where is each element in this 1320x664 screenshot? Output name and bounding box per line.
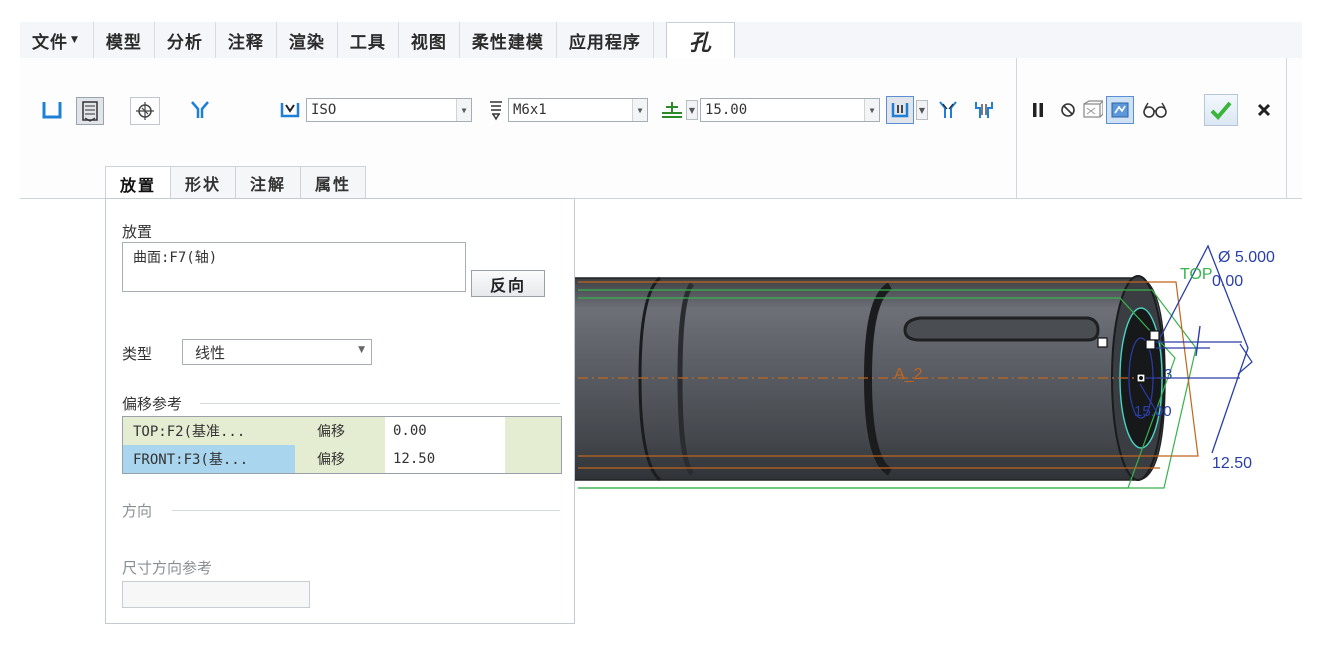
tab-annotate[interactable]: 注释 xyxy=(216,22,277,58)
menu-file-label: 文件 xyxy=(32,32,68,53)
verify-mode-icon[interactable] xyxy=(1106,96,1134,124)
simple-hole-icon[interactable] xyxy=(40,98,64,122)
thread-standard-value: ISO xyxy=(311,102,337,118)
dimension-direction-collector xyxy=(122,581,310,608)
placement-type-value: 线性 xyxy=(195,344,226,362)
placement-panel: 放置 曲面:F7(轴) 反向 类型 线性 ▼ 偏移参考 TOP:F2(基准...… xyxy=(105,198,575,624)
geometry-preview-icon[interactable] xyxy=(1080,98,1104,122)
divider xyxy=(1286,58,1287,198)
tapered-hole-icon[interactable] xyxy=(188,98,212,122)
direction-label: 方向 xyxy=(122,502,153,520)
diameter-dim[interactable]: Ø 5.000 xyxy=(1218,249,1275,266)
tab-view[interactable]: 视图 xyxy=(399,22,460,58)
thread-standard-icon xyxy=(278,98,302,122)
dimension-direction-label: 尺寸方向参考 xyxy=(122,559,213,577)
depth-option-icon[interactable] xyxy=(660,98,684,122)
counterbore-icon[interactable] xyxy=(972,98,996,122)
tab-analysis[interactable]: 分析 xyxy=(155,22,216,58)
depth-value: 15.00 xyxy=(705,102,748,118)
tab-applications[interactable]: 应用程序 xyxy=(557,22,654,58)
add-thread-icon[interactable] xyxy=(130,97,160,125)
screw-size-icon xyxy=(484,98,508,122)
depth-dim[interactable]: 15.00 xyxy=(1134,403,1172,420)
confirm-checkmark-icon[interactable] xyxy=(1204,94,1238,126)
thread-standard-select[interactable]: ISO ▼ xyxy=(306,98,472,122)
divider xyxy=(172,510,560,511)
front-offset-dim[interactable]: 12.50 xyxy=(1212,455,1252,472)
top-offset-dim[interactable]: 0.00 xyxy=(1212,273,1243,290)
small-dim[interactable]: 3 xyxy=(1164,366,1172,383)
menu-file[interactable]: 文件 ▼ xyxy=(20,22,94,58)
tab-render[interactable]: 渲染 xyxy=(277,22,338,58)
subtab-placement[interactable]: 放置 xyxy=(105,166,172,200)
axis-label: A_2 xyxy=(894,366,923,383)
type-label: 类型 xyxy=(122,345,153,363)
chevron-down-icon: ▼ xyxy=(358,345,365,355)
offset-constraint-cell[interactable]: 偏移 xyxy=(295,421,385,441)
standard-hole-icon[interactable] xyxy=(76,97,104,125)
hole-end-dropdown[interactable]: ▼ xyxy=(916,100,928,120)
no-preview-icon[interactable] xyxy=(1056,98,1080,122)
placement-label: 放置 xyxy=(122,223,153,241)
offset-value-cell[interactable]: 12.50 xyxy=(385,445,505,473)
screw-size-value: M6x1 xyxy=(513,102,547,118)
chevron-down-icon: ▼ xyxy=(71,35,79,45)
placement-reference-collector[interactable]: 曲面:F7(轴) xyxy=(122,242,466,292)
placement-type-select[interactable]: 线性 ▼ xyxy=(182,339,372,365)
table-row[interactable]: TOP:F2(基准... 偏移 0.00 xyxy=(123,417,561,445)
subtab-notes[interactable]: 注解 xyxy=(235,166,302,198)
tab-hole[interactable]: 孔 xyxy=(665,22,735,59)
cancel-x-icon[interactable] xyxy=(1252,98,1276,122)
offset-references-table[interactable]: TOP:F2(基准... 偏移 0.00 FRONT:F3(基... 偏移 12… xyxy=(122,416,562,474)
flip-button[interactable]: 反向 xyxy=(471,270,545,297)
placement-reference-value: 曲面:F7(轴) xyxy=(133,250,218,266)
subtab-properties[interactable]: 属性 xyxy=(300,166,367,198)
chevron-down-icon[interactable]: ▼ xyxy=(456,99,471,121)
pause-icon[interactable] xyxy=(1026,98,1050,122)
offset-value-cell[interactable]: 0.00 xyxy=(385,417,505,445)
offset-reference-cell[interactable]: FRONT:F3(基... xyxy=(123,445,295,473)
divider xyxy=(200,403,560,404)
divider xyxy=(1016,58,1017,198)
tab-model[interactable]: 模型 xyxy=(94,22,155,58)
top-datum-label: TOP xyxy=(1180,266,1213,283)
offset-constraint-cell[interactable]: 偏移 xyxy=(295,449,385,469)
thru-all-icon[interactable] xyxy=(886,96,914,124)
tab-tools[interactable]: 工具 xyxy=(338,22,399,58)
glasses-icon[interactable] xyxy=(1140,98,1170,122)
table-row[interactable]: FRONT:F3(基... 偏移 12.50 xyxy=(123,445,561,473)
dashboard-subtabs: 放置 形状 注解 属性 xyxy=(105,166,367,200)
depth-value-select[interactable]: 15.00 ▼ xyxy=(700,98,880,122)
chevron-down-icon[interactable]: ▼ xyxy=(632,99,647,121)
chevron-down-icon[interactable]: ▼ xyxy=(864,99,879,121)
countersink-icon[interactable] xyxy=(936,98,960,122)
menu-bar: 文件 ▼ 模型 分析 注释 渲染 工具 视图 柔性建模 应用程序 孔 xyxy=(20,22,1302,59)
subtab-shape[interactable]: 形状 xyxy=(170,166,237,198)
offset-reference-cell[interactable]: TOP:F2(基准... xyxy=(123,417,295,445)
depth-option-dropdown[interactable]: ▼ xyxy=(686,100,698,120)
screw-size-select[interactable]: M6x1 ▼ xyxy=(508,98,648,122)
offset-references-label: 偏移参考 xyxy=(122,395,183,413)
tab-flexible-modeling[interactable]: 柔性建模 xyxy=(460,22,557,58)
